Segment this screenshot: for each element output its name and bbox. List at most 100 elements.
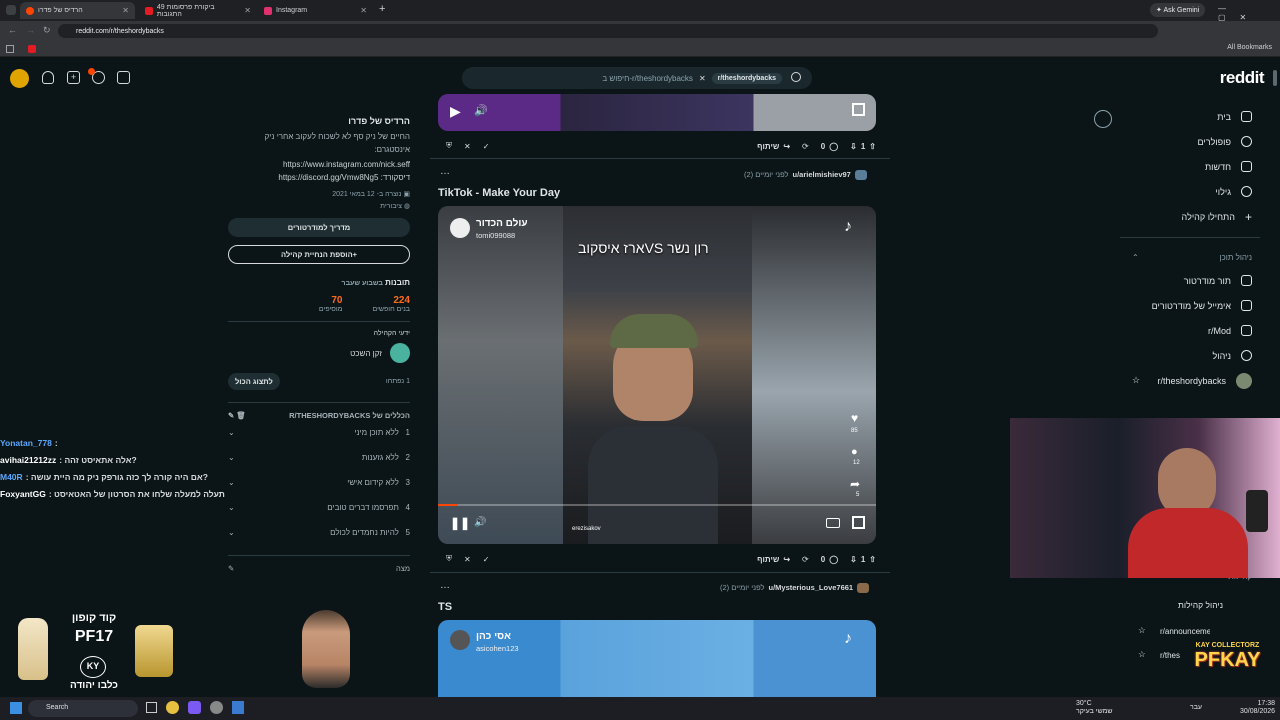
rule-item[interactable]: 3 ללא קידום אישי ⌄ [228, 470, 410, 495]
nav-news[interactable]: חדשות [1120, 154, 1260, 179]
create-post-icon[interactable]: + [67, 71, 80, 84]
fullscreen-icon[interactable] [852, 103, 865, 116]
remove-icon[interactable]: ✕ [464, 555, 471, 564]
show-all-button[interactable]: לתצוג הכול [228, 373, 280, 390]
friend-name[interactable]: זקן השכט [350, 349, 382, 358]
discord-link[interactable]: דיסקורד: https://discord.gg/Vmw8Ng5 [228, 171, 410, 184]
app-icon[interactable] [232, 701, 244, 714]
search-input[interactable]: חיפוש ב-r/theshordybacks [602, 74, 693, 83]
post-title[interactable]: TikTok - Make Your Day [438, 187, 560, 199]
close-icon[interactable]: ✕ [244, 6, 251, 15]
tab-reddit[interactable]: הרדיס של פדרו ✕ [20, 2, 135, 19]
close-icon[interactable]: ✕ [122, 6, 129, 15]
friend-avatar[interactable] [390, 343, 410, 363]
search-bar[interactable]: חיפוש ב-r/theshordybacks ✕ r/theshordyba… [462, 67, 812, 89]
nav-start-community[interactable]: התחילו קהילה + [1120, 204, 1260, 229]
crosspost-icon[interactable]: ⟳ [802, 142, 809, 151]
nav-community[interactable]: ☆ r/theshordybacks [1120, 368, 1260, 393]
ask-gemini-button[interactable]: ✦ Ask Gemini [1150, 3, 1206, 17]
like-icon[interactable]: ♥ [851, 411, 858, 425]
rules-actions[interactable]: ✎ 🗑 [228, 411, 246, 420]
vote-group[interactable]: ⇩ 1 ⇧ [850, 555, 876, 564]
nav-mod-mail[interactable]: אימייל של מודרטורים [1120, 293, 1260, 318]
reddit-logo[interactable]: reddit [1220, 68, 1265, 88]
shield-icon[interactable]: ⛨ [446, 141, 452, 151]
tab-youtube[interactable]: ביקורת פרסומות 49 התגובות ✕ [139, 2, 257, 19]
rule-item[interactable]: 4 תפרסמו דברים טובים ⌄ [228, 495, 410, 520]
captions-icon[interactable] [826, 518, 840, 528]
windows-start-icon[interactable] [10, 702, 22, 714]
fullscreen-icon[interactable] [852, 516, 865, 529]
post-menu-icon[interactable]: … [440, 166, 450, 177]
play-icon[interactable]: ▶ [450, 103, 461, 120]
comments-button[interactable]: 0 ◯ [821, 142, 838, 151]
close-icon[interactable]: ✕ [360, 6, 367, 15]
post-title[interactable]: TS [438, 601, 452, 613]
obs-icon[interactable] [210, 701, 223, 714]
nav-explore[interactable]: גילוי [1120, 179, 1260, 204]
remove-icon[interactable]: ✕ [464, 142, 471, 151]
weather-widget[interactable]: 30°C שמשי בעיקר [1076, 700, 1113, 716]
youtube-bookmark-icon[interactable] [28, 45, 36, 53]
tab-instagram[interactable]: Instagram ✕ [258, 2, 373, 19]
search-icon[interactable] [791, 72, 801, 82]
advertise-icon[interactable] [117, 71, 130, 84]
star-icon[interactable]: ☆ [1138, 649, 1146, 660]
progress-track[interactable] [438, 504, 876, 506]
reload-icon[interactable]: ↻ [43, 25, 51, 36]
nav-mod-queue[interactable]: תור מודרטור [1120, 268, 1260, 293]
forward-icon[interactable]: → [26, 25, 35, 35]
content-management-header[interactable]: ⌃ ניהול תוכן [1120, 246, 1260, 268]
insights-period[interactable]: בשבוע שעבר [342, 280, 383, 287]
add-widget-button[interactable]: + הוספת הנחיית קהילה [228, 245, 410, 264]
rule-item[interactable]: 2 ללא גזענות ⌄ [228, 445, 410, 470]
post-author[interactable]: u/arielmishiev97 [792, 170, 850, 180]
all-bookmarks[interactable]: All Bookmarks [1227, 44, 1272, 51]
edit-icon[interactable]: ✎ [228, 564, 234, 573]
star-icon[interactable]: ☆ [1120, 375, 1140, 386]
community-item[interactable]: r/thes [1160, 651, 1180, 660]
task-view-icon[interactable] [146, 702, 157, 713]
new-tab-button[interactable]: + [379, 3, 385, 15]
volume-icon[interactable]: 🔊 [474, 517, 486, 528]
nav-manage[interactable]: ניהול [1120, 343, 1260, 368]
clock[interactable]: 17:38 30/08/2026 [1240, 700, 1275, 716]
approve-icon[interactable]: ✓ [483, 142, 490, 151]
post-menu-icon[interactable]: … [440, 580, 450, 591]
pause-icon[interactable]: ❚❚ [450, 516, 470, 530]
bell-icon[interactable] [42, 71, 54, 84]
previous-video-player[interactable]: ▶ 🔊 [438, 94, 876, 131]
comments-button[interactable]: 0 ◯ [821, 555, 838, 564]
tiktok-video-player[interactable]: עולם הכדור tomi099088 ארז איסקובVS רון נ… [438, 206, 876, 544]
share-button[interactable]: שיתוף ↪ [757, 142, 790, 151]
back-icon[interactable]: ← [8, 25, 17, 35]
mod-guide-button[interactable]: מדריך למודרטורים [228, 218, 410, 237]
share-icon[interactable]: ➦ [850, 477, 860, 491]
post-author[interactable]: u/Mysterious_Love7661 [768, 583, 853, 593]
avatar[interactable] [10, 69, 29, 88]
apps-icon[interactable] [6, 45, 14, 53]
rule-item[interactable]: 5 להיות נחמדים לכולם ⌄ [228, 520, 410, 545]
nav-r-mod[interactable]: r/Mod [1120, 318, 1260, 343]
chrome-icon[interactable] [166, 701, 179, 714]
tiktok-video-player[interactable]: אסי כהן asicohen123 ♪ [438, 620, 876, 697]
taskbar-search[interactable]: Search [28, 700, 138, 717]
approve-icon[interactable]: ✓ [483, 555, 490, 564]
share-button[interactable]: שיתוף ↪ [757, 555, 790, 564]
comment-icon[interactable]: ● [851, 446, 858, 458]
collapse-nav-icon[interactable] [1094, 110, 1112, 128]
star-icon[interactable]: ☆ [1138, 625, 1146, 636]
shield-icon[interactable]: ⛨ [446, 554, 452, 564]
nav-home[interactable]: בית [1120, 104, 1260, 129]
clear-chip-icon[interactable]: ✕ [699, 74, 706, 83]
window-controls[interactable]: —▢✕ [1218, 4, 1280, 22]
scrollbar[interactable] [1273, 70, 1277, 86]
instagram-link[interactable]: https://www.instagram.com/nick.seff [228, 158, 410, 171]
nav-popular[interactable]: פופולרים [1120, 129, 1260, 154]
volume-icon[interactable]: 🔊 [474, 104, 488, 117]
discord-icon[interactable] [188, 701, 201, 714]
vote-group[interactable]: ⇩ 1 ⇧ [850, 142, 876, 151]
tab-search-icon[interactable] [6, 5, 16, 15]
language-indicator[interactable]: עבר [1190, 704, 1202, 711]
crosspost-icon[interactable]: ⟳ [802, 555, 809, 564]
